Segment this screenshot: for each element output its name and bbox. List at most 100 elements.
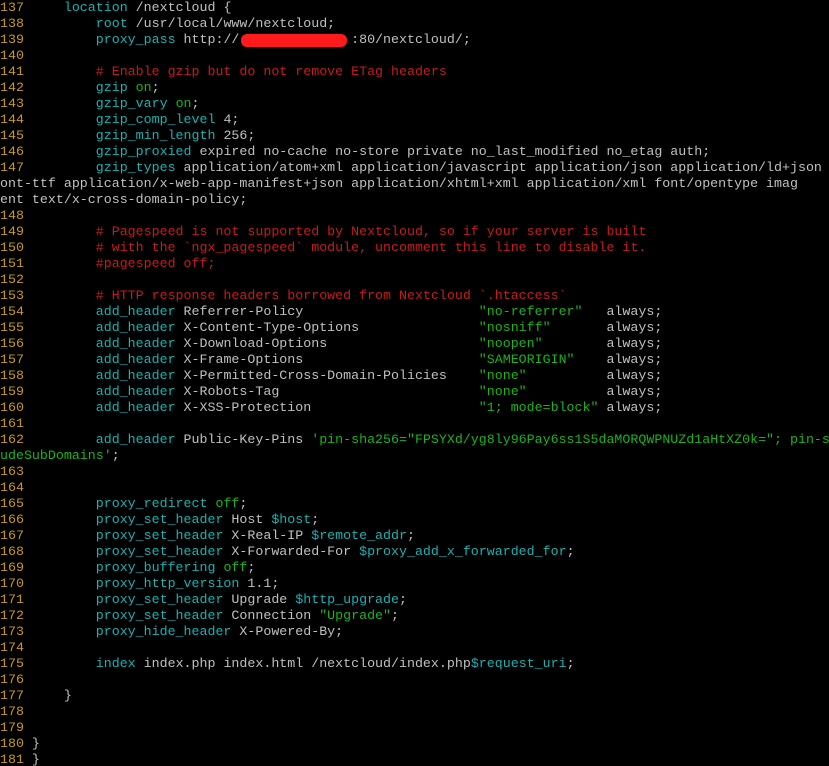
code-line[interactable]: 150 # with the `ngx_pagespeed` module, u…: [0, 240, 646, 256]
text-token: ;: [566, 544, 575, 559]
code-line[interactable]: 167 proxy_set_header X-Real-IP $remote_a…: [0, 528, 415, 544]
code-line[interactable]: 175 index index.php index.html /nextclou…: [0, 656, 575, 672]
code-line[interactable]: ent text/x-cross-domain-policy;: [0, 192, 247, 208]
code-line[interactable]: 179: [0, 720, 32, 736]
code-line[interactable]: 140: [0, 48, 32, 64]
code-line[interactable]: 148: [0, 208, 32, 224]
code-line[interactable]: 156 add_header X-Download-Options "noope…: [0, 336, 662, 352]
line-number: 141: [0, 64, 32, 79]
code-line[interactable]: 164: [0, 480, 32, 496]
code-line[interactable]: 139 proxy_pass http:// :80/nextcloud/;: [0, 32, 471, 48]
line-number: 171: [0, 592, 32, 607]
text-token: application/atom+xml application/javascr…: [175, 160, 822, 175]
text-token: ;: [406, 528, 415, 543]
code-line[interactable]: 152: [0, 272, 32, 288]
line-number: 146: [0, 144, 32, 159]
comment-token: # Pagespeed is not supported by Nextclou…: [95, 224, 647, 239]
code-line[interactable]: 149 # Pagespeed is not supported by Next…: [0, 224, 646, 240]
code-line[interactable]: 177 }: [0, 688, 72, 704]
text-token: ;: [311, 512, 320, 527]
code-line[interactable]: 142 gzip on;: [0, 80, 160, 96]
code-line[interactable]: 157 add_header X-Frame-Options "SAMEORIG…: [0, 352, 662, 368]
string-token: on: [135, 80, 152, 95]
string-token: udeSubDomains': [0, 448, 112, 463]
text-token: always;: [574, 352, 663, 367]
code-line[interactable]: 176: [0, 672, 32, 688]
directive-token: proxy_set_header: [95, 544, 224, 559]
line-number: 149: [0, 224, 32, 239]
comment-token: #pagespeed off;: [95, 256, 216, 271]
code-line[interactable]: 137 location /nextcloud {: [0, 0, 231, 16]
code-line[interactable]: 154 add_header Referrer-Policy "no-refer…: [0, 304, 662, 320]
code-line[interactable]: 165 proxy_redirect off;: [0, 496, 247, 512]
text-token: X-XSS-Protection: [175, 400, 479, 415]
code-line[interactable]: 159 add_header X-Robots-Tag "none" alway…: [0, 384, 662, 400]
text-token: always;: [550, 320, 663, 335]
line-number: 142: [0, 80, 32, 95]
code-line[interactable]: 178: [0, 704, 32, 720]
directive-token: $proxy_add_x_forwarded_for: [359, 544, 567, 559]
code-line[interactable]: 168 proxy_set_header X-Forwarded-For $pr…: [0, 544, 575, 560]
directive-token: $remote_addr: [311, 528, 407, 543]
code-line[interactable]: 153 # HTTP response headers borrowed fro…: [0, 288, 567, 304]
line-number: 152: [0, 272, 32, 287]
code-line[interactable]: 171 proxy_set_header Upgrade $http_upgra…: [0, 592, 407, 608]
code-line[interactable]: 158 add_header X-Permitted-Cross-Domain-…: [0, 368, 662, 384]
code-line[interactable]: 151 #pagespeed off;: [0, 256, 215, 272]
code-line[interactable]: ont-ttf application/x-web-app-manifest+j…: [0, 176, 798, 192]
code-line[interactable]: 143 gzip_vary on;: [0, 96, 200, 112]
code-line[interactable]: 138 root /usr/local/www/nextcloud;: [0, 16, 335, 32]
code-line[interactable]: 155 add_header X-Content-Type-Options "n…: [0, 320, 662, 336]
code-line[interactable]: 144 gzip_comp_level 4;: [0, 112, 239, 128]
text-token: X-Content-Type-Options: [175, 320, 479, 335]
text-token: Upgrade: [223, 592, 296, 607]
code-line[interactable]: 162 add_header Public-Key-Pins 'pin-sha2…: [0, 432, 829, 448]
code-line[interactable]: 169 proxy_buffering off;: [0, 560, 255, 576]
code-line[interactable]: 166 proxy_set_header Host $host;: [0, 512, 319, 528]
code-line[interactable]: 160 add_header X-XSS-Protection "1; mode…: [0, 400, 662, 416]
directive-token: $http_upgrade: [295, 592, 399, 607]
code-line[interactable]: udeSubDomains';: [0, 448, 120, 464]
code-line[interactable]: 180 }: [0, 736, 40, 752]
code-line[interactable]: 147 gzip_types application/atom+xml appl…: [0, 160, 822, 176]
code-editor[interactable]: 137 location /nextcloud {138 root /usr/l…: [0, 0, 829, 766]
text-token: ;: [151, 80, 160, 95]
code-line[interactable]: 161: [0, 416, 32, 432]
text-token: }: [31, 688, 72, 703]
code-line[interactable]: 181 }: [0, 752, 40, 766]
code-line[interactable]: 146 gzip_proxied expired no-cache no-sto…: [0, 144, 710, 160]
line-number: 139: [0, 32, 32, 47]
code-line[interactable]: 145 gzip_min_length 256;: [0, 128, 255, 144]
code-line[interactable]: 173 proxy_hide_header X-Powered-By;: [0, 624, 343, 640]
code-line[interactable]: 172 proxy_set_header Connection "Upgrade…: [0, 608, 399, 624]
line-number: 153: [0, 288, 32, 303]
directive-token: proxy_pass: [95, 32, 176, 47]
code-line[interactable]: 174: [0, 640, 32, 656]
line-number: 159: [0, 384, 32, 399]
text-token: ;: [566, 656, 575, 671]
text-token: always;: [598, 400, 663, 415]
directive-token: gzip_comp_level: [95, 112, 216, 127]
directive-token: location: [63, 0, 128, 15]
directive-token: proxy_set_header: [95, 528, 224, 543]
line-number: 166: [0, 512, 32, 527]
text-token: ;: [111, 448, 120, 463]
directive-token: proxy_set_header: [95, 512, 224, 527]
code-line[interactable]: 163: [0, 464, 32, 480]
code-line[interactable]: 141 # Enable gzip but do not remove ETag…: [0, 64, 447, 80]
code-line[interactable]: 170 proxy_http_version 1.1;: [0, 576, 279, 592]
text-token: ont-ttf application/x-web-app-manifest+j…: [0, 176, 798, 191]
line-number: 145: [0, 128, 32, 143]
